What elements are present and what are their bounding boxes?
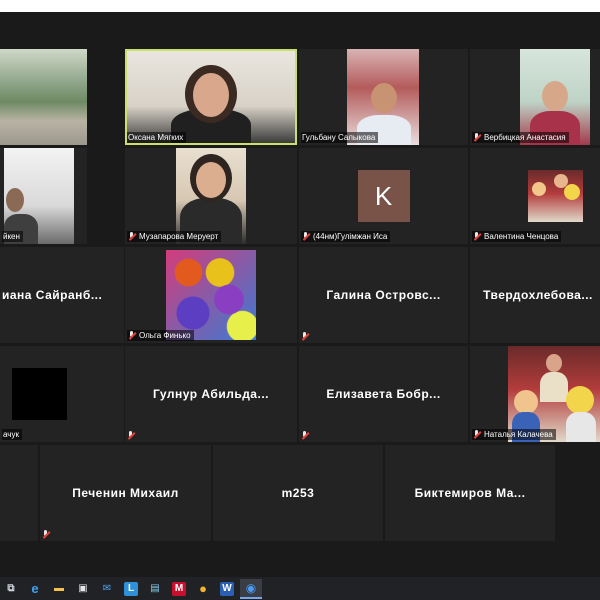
participant-video <box>520 49 590 145</box>
participant-video <box>127 51 295 143</box>
participant-name-label: Гульбану Салыкова <box>301 132 379 143</box>
zoom-icon[interactable]: ◉ <box>240 578 262 599</box>
task-view-icon[interactable]: ⧉ <box>0 579 22 599</box>
participant-tile[interactable]: иана Сайранб... <box>0 247 124 343</box>
participant-video <box>508 346 600 442</box>
muted-mic-icon <box>473 430 481 439</box>
participant-tile[interactable]: Наталья Калачева <box>470 346 600 442</box>
participant-video <box>0 49 87 145</box>
participant-avatar: K <box>357 170 410 222</box>
participant-name-label: (44нм)Гулімжан Иса <box>301 231 391 242</box>
zoom-gallery-view: Оксана Мягких Гульбану Салыкова Вербицка… <box>0 12 600 577</box>
briefcase-icon[interactable]: ▤ <box>144 579 166 599</box>
muted-mic-icon <box>128 331 136 340</box>
participant-name: иана Сайранб... <box>2 288 103 302</box>
l-app-icon[interactable]: L <box>120 579 142 599</box>
participant-name-label: Оксана Мягких <box>127 132 187 143</box>
participant-tile[interactable]: Галина Островс... <box>299 247 468 343</box>
participant-name: Печенин Михаил <box>72 486 179 500</box>
participant-name: Биктемиров Ма... <box>414 486 526 500</box>
participant-tile[interactable] <box>0 445 38 541</box>
chrome-icon[interactable]: ● <box>192 579 214 599</box>
participant-name-label: Ольга Финько <box>127 330 194 341</box>
participant-name-label: Вербицкая Анастасия <box>472 132 569 143</box>
participant-video-off <box>12 368 67 420</box>
participant-video <box>4 148 74 244</box>
participant-name: Твердохлебова... <box>483 288 593 302</box>
file-explorer-icon[interactable]: ▬ <box>48 579 70 599</box>
participant-tile[interactable]: Гулнур Абильда... <box>125 346 297 442</box>
participant-tile[interactable]: Твердохлебова... <box>470 247 600 343</box>
muted-mic-icon <box>42 530 50 539</box>
muted-mic-icon <box>473 232 481 241</box>
participant-name: Гулнур Абильда... <box>152 387 269 401</box>
participant-video <box>176 148 246 244</box>
participant-tile[interactable]: Печенин Михаил <box>40 445 211 541</box>
participant-video <box>528 170 583 222</box>
edge-browser-icon[interactable]: e <box>24 579 46 599</box>
participant-tile[interactable]: ачук <box>0 346 124 442</box>
participant-tile-active-speaker[interactable]: Оксана Мягких <box>125 49 297 145</box>
participant-name-label: ачук <box>2 429 22 440</box>
participant-tile[interactable]: Валентина Ченцова <box>470 148 600 244</box>
muted-mic-icon <box>301 431 309 440</box>
participant-tile[interactable]: Музапарова Меруерт <box>125 148 297 244</box>
participant-tile[interactable]: Биктемиров Ма... <box>385 445 555 541</box>
participant-video <box>347 49 419 145</box>
windows-taskbar: ⧉ e ▬ ▣ ✉ L ▤ M ● W ◉ <box>0 577 600 600</box>
participant-name-label: Музапарова Меруерт <box>127 231 222 242</box>
participant-tile[interactable] <box>0 49 87 145</box>
participant-name-label: Наталья Калачева <box>472 429 556 440</box>
muted-mic-icon <box>128 232 136 241</box>
participant-tile[interactable]: йкен <box>0 148 87 244</box>
participant-tile[interactable]: Елизавета Бобр... <box>299 346 468 442</box>
participant-name: m253 <box>281 486 315 500</box>
muted-mic-icon <box>302 232 310 241</box>
participant-video <box>166 250 256 340</box>
muted-mic-icon <box>473 133 481 142</box>
participant-name: Галина Островс... <box>326 288 441 302</box>
muted-mic-icon <box>301 332 309 341</box>
word-icon[interactable]: W <box>216 579 238 599</box>
participant-tile[interactable]: Вербицкая Анастасия <box>470 49 600 145</box>
store-icon[interactable]: ▣ <box>72 579 94 599</box>
participant-tile[interactable]: m253 <box>213 445 383 541</box>
muted-mic-icon <box>127 431 135 440</box>
participant-tile[interactable]: Гульбану Салыкова <box>299 49 468 145</box>
participant-name-label: Валентина Ченцова <box>472 231 562 242</box>
participant-tile[interactable]: Ольга Финько <box>125 247 297 343</box>
mcafee-icon[interactable]: M <box>168 579 190 599</box>
mail-icon[interactable]: ✉ <box>96 579 118 599</box>
participant-name: Елизавета Бобр... <box>326 387 441 401</box>
participant-name-label: йкен <box>2 231 23 242</box>
participant-tile[interactable]: K (44нм)Гулімжан Иса <box>299 148 468 244</box>
